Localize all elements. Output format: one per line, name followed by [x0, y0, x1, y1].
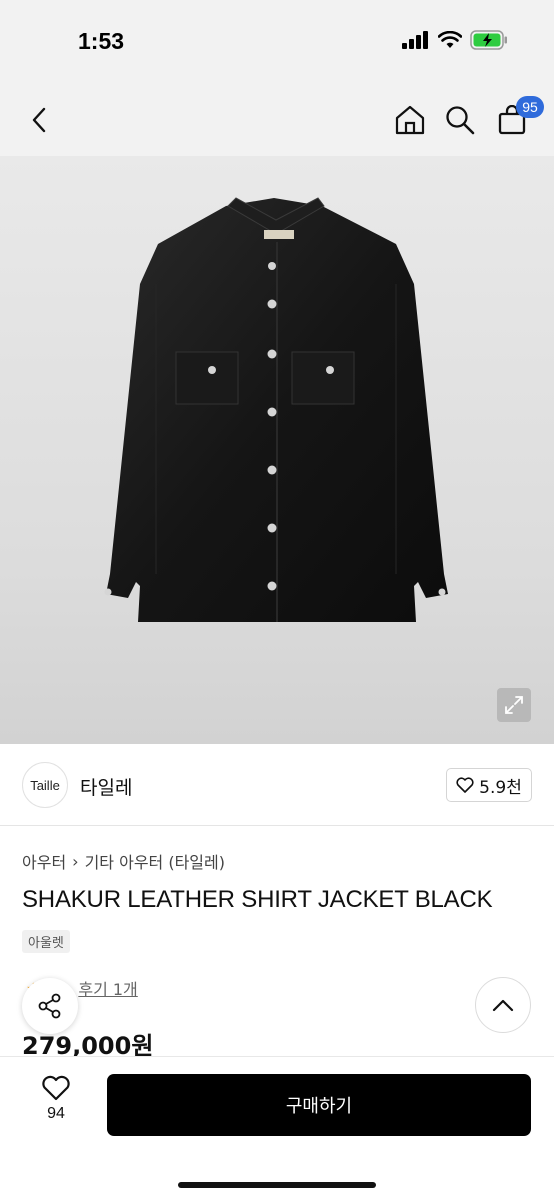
home-button[interactable] — [390, 100, 430, 140]
status-time: 1:53 — [78, 28, 125, 54]
expand-button[interactable] — [497, 688, 531, 722]
product-image-gallery[interactable]: › — [0, 156, 554, 744]
status-bar: 1:53 — [0, 0, 554, 84]
cart-button[interactable]: 95 — [492, 96, 544, 140]
share-button[interactable] — [22, 978, 78, 1034]
search-icon — [446, 106, 475, 135]
buy-button[interactable]: 구매하기 — [107, 1074, 531, 1136]
home-indicator — [178, 1182, 376, 1188]
breadcrumb: 아우터 › 기타 아우터 (타일레) — [22, 849, 225, 873]
heart-icon — [42, 1075, 70, 1101]
seller-name[interactable]: 타일레 — [80, 773, 132, 800]
product-title: SHAKUR LEATHER SHIRT JACKET BLACK — [22, 886, 493, 913]
search-button[interactable] — [440, 100, 480, 140]
wifi-icon — [438, 31, 462, 48]
bottom-action-bar: 94 구매하기 — [0, 1056, 554, 1200]
review-link[interactable]: 후기 1개 — [78, 976, 137, 1000]
status-icons — [402, 30, 508, 50]
cart-badge: 95 — [516, 96, 544, 118]
seller-like-button[interactable]: 5.9천 — [446, 768, 532, 802]
seller-avatar[interactable]: Taille — [22, 762, 68, 808]
share-icon — [38, 993, 61, 1019]
wish-count: 94 — [47, 1105, 65, 1122]
expand-icon — [505, 696, 523, 714]
product-photo — [104, 197, 448, 622]
battery-icon — [470, 30, 507, 50]
home-icon — [395, 105, 425, 135]
top-navigation: 95 — [0, 84, 554, 156]
chevron-up-icon — [492, 999, 514, 1012]
breadcrumb-item[interactable]: 아우터 — [22, 849, 66, 873]
signal-icon — [402, 31, 428, 49]
outlet-tag: 아울렛 — [22, 930, 70, 953]
breadcrumb-item[interactable]: 기타 아우터 (타일레) — [85, 849, 225, 873]
seller-like-count: 5.9천 — [479, 777, 522, 798]
back-icon — [32, 107, 46, 133]
back-button[interactable] — [20, 100, 60, 140]
heart-icon — [456, 777, 474, 793]
scroll-to-top-button[interactable] — [475, 977, 531, 1033]
chevron-right-icon: › — [72, 851, 79, 871]
wish-button[interactable]: 94 — [30, 1075, 82, 1135]
seller-row[interactable]: Taille 타일레 5.9천 — [0, 744, 554, 826]
